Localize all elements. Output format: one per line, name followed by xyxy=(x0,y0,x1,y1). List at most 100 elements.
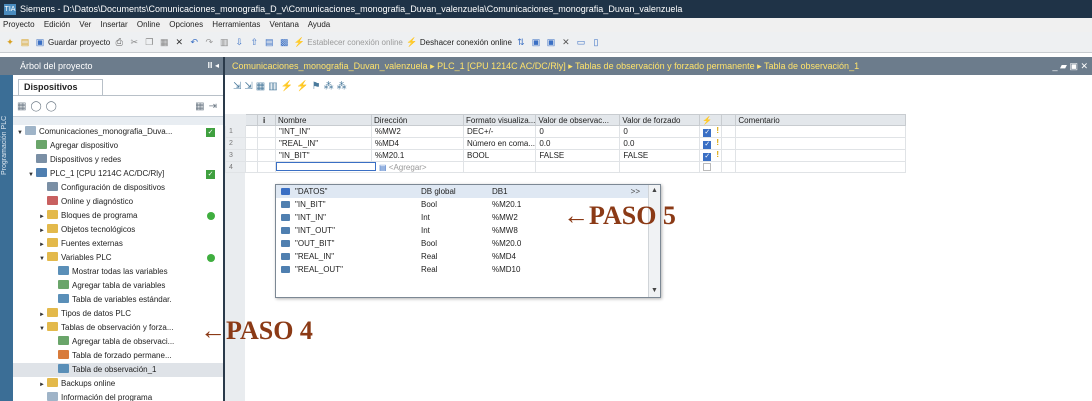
menu-opciones[interactable]: Opciones xyxy=(169,20,203,29)
observe-value-column-header[interactable]: Valor de observac... xyxy=(535,114,621,126)
row-address[interactable]: %M20.1 xyxy=(371,149,464,162)
autocomplete-item[interactable]: "REAL_OUT" Real %MD10 xyxy=(276,263,660,276)
autocomplete-item[interactable]: "DATOS" DB global DB1 xyxy=(276,185,660,198)
table-row[interactable]: 2 "REAL_IN" %MD4 Número en coma... 0.0 0… xyxy=(225,137,907,150)
new-row[interactable]: 4 ▤ <Agregar> xyxy=(225,161,907,173)
row-force-value[interactable]: 0 xyxy=(619,125,701,138)
row-address[interactable]: %MD4 xyxy=(371,137,464,150)
side-tab-strip[interactable]: Programación PLC xyxy=(0,75,13,401)
more-button[interactable]: >> xyxy=(631,185,640,198)
tree-item[interactable]: Información del programa xyxy=(13,391,223,401)
address-column-header[interactable]: Dirección xyxy=(371,114,464,126)
expand-arrow-icon[interactable]: ► xyxy=(39,224,47,238)
menu-proyecto[interactable]: Proyecto xyxy=(3,20,35,29)
expand-arrow-icon[interactable]: ► xyxy=(39,238,47,252)
menu-online[interactable]: Online xyxy=(137,20,160,29)
menu-ver[interactable]: Ver xyxy=(79,20,91,29)
redo-icon[interactable]: ↷ xyxy=(203,36,215,48)
disconnect-online-button[interactable]: ⚡ Deshacer conexión online xyxy=(406,36,512,48)
row-name[interactable]: "INT_IN" xyxy=(275,125,372,138)
table-row[interactable]: 3 "IN_BIT" %M20.1 BOOL FALSE FALSE ✓! xyxy=(225,149,907,162)
expand-view-icon[interactable]: ⇥ xyxy=(209,101,217,112)
scroll-up-icon[interactable]: ▲ xyxy=(649,186,660,196)
cross-reference-icon[interactable]: ✕ xyxy=(560,36,572,48)
expand-arrow-icon[interactable]: ► xyxy=(39,308,47,322)
force-value-column-header[interactable]: Valor de forzado xyxy=(619,114,701,126)
row-force-checkbox[interactable]: ✓! xyxy=(699,149,723,162)
monitor-all-icon[interactable]: ⁂ xyxy=(324,81,334,92)
tree-item[interactable]: ▼ Tablas de observación y forza... xyxy=(13,321,223,335)
name-column-header[interactable]: Nombre xyxy=(275,114,372,126)
tree-item[interactable]: Online y diagnóstico xyxy=(13,195,223,209)
new-row-name-cell[interactable]: ▤ <Agregar> xyxy=(275,161,464,173)
row-name[interactable]: "IN_BIT" xyxy=(275,149,372,162)
autocomplete-item[interactable]: "OUT_BIT" Bool %M20.0 xyxy=(276,237,660,250)
row-force-checkbox[interactable] xyxy=(699,161,723,173)
tree-item[interactable]: Agregar dispositivo xyxy=(13,139,223,153)
modify-flag-icon[interactable]: ⚡ xyxy=(699,114,723,126)
tree-item[interactable]: ▼ PLC_1 [CPU 1214C AC/DC/Rly] ✓ xyxy=(13,167,223,181)
simulation-icon[interactable]: ▤ xyxy=(263,36,275,48)
comment-column-header[interactable]: Comentario xyxy=(735,114,907,126)
tab-dispositivos[interactable]: Dispositivos xyxy=(18,79,103,95)
tree-item[interactable]: Tabla de forzado permane... xyxy=(13,349,223,363)
list-icon[interactable]: ▤ xyxy=(379,163,387,172)
download-icon[interactable]: ⇩ xyxy=(233,36,245,48)
tree-item[interactable]: Tabla de variables estándar. xyxy=(13,293,223,307)
forward-icon[interactable]: ◯ xyxy=(46,101,57,112)
row-comment[interactable] xyxy=(735,125,907,138)
tree-item[interactable]: Agregar tabla de observaci... xyxy=(13,335,223,349)
add-row-icon[interactable]: ⇲ xyxy=(244,81,252,92)
tree-item[interactable]: Mostrar todas las variables xyxy=(13,265,223,279)
modify-trigger-icon[interactable]: ⚡ xyxy=(296,81,308,92)
expand-arrow-icon[interactable]: ▼ xyxy=(17,126,25,140)
monitor-values-icon[interactable]: ▥ xyxy=(268,81,277,92)
collapse-panel-icon[interactable]: Ⅲ ◂ xyxy=(207,57,219,75)
table-row[interactable]: 1 "INT_IN" %MW2 DEC+/- 0 0 ✓! xyxy=(225,125,907,138)
tree-item[interactable]: Configuración de dispositivos xyxy=(13,181,223,195)
tree-item[interactable]: ► Fuentes externas xyxy=(13,237,223,251)
accessible-devices-icon[interactable]: ⇅ xyxy=(515,36,527,48)
name-input[interactable] xyxy=(276,162,376,171)
connect-online-button[interactable]: ⚡ Establecer conexión online xyxy=(293,36,403,48)
grid-view-icon[interactable]: ▦ xyxy=(195,101,204,112)
tree-item[interactable]: ► Bloques de programa xyxy=(13,209,223,223)
row-force-value[interactable]: 0.0 xyxy=(619,137,701,150)
expand-arrow-icon[interactable]: ► xyxy=(39,378,47,392)
row-name[interactable]: "REAL_IN" xyxy=(275,137,372,150)
menu-ventana[interactable]: Ventana xyxy=(270,20,299,29)
row-format[interactable]: DEC+/- xyxy=(462,125,537,138)
print-icon[interactable]: ⎙ xyxy=(113,36,125,48)
tree-item[interactable]: ► Tipos de datos PLC xyxy=(13,307,223,321)
format-column-header[interactable]: Formato visualiza... xyxy=(462,114,537,126)
row-format[interactable]: Número en coma... xyxy=(462,137,537,150)
split-horizontal-icon[interactable]: ▭ xyxy=(575,36,587,48)
overview-icon[interactable]: ▦ xyxy=(17,101,26,112)
split-vertical-icon[interactable]: ▯ xyxy=(590,36,602,48)
new-project-icon[interactable]: ✦ xyxy=(4,36,16,48)
force-icon[interactable]: ⚑ xyxy=(312,81,321,92)
modify-now-icon[interactable]: ⚡ xyxy=(281,81,293,92)
autocomplete-item[interactable]: "REAL_IN" Real %MD4 xyxy=(276,250,660,263)
tree-item[interactable]: ► Objetos tecnológicos xyxy=(13,223,223,237)
paste-icon[interactable]: ▦ xyxy=(158,36,170,48)
scroll-down-icon[interactable]: ▼ xyxy=(649,286,660,296)
monitor-icon[interactable]: ▩ xyxy=(278,36,290,48)
compile-icon[interactable]: ▥ xyxy=(218,36,230,48)
show-all-columns-icon[interactable]: ▦ xyxy=(256,81,265,92)
tree-item[interactable]: Agregar tabla de variables xyxy=(13,279,223,293)
row-force-checkbox[interactable]: ✓! xyxy=(699,125,723,138)
row-force-checkbox[interactable]: ✓! xyxy=(699,137,723,150)
row-comment[interactable] xyxy=(735,149,907,162)
tree-item[interactable]: Dispositivos y redes xyxy=(13,153,223,167)
expand-arrow-icon[interactable]: ▼ xyxy=(39,252,47,266)
upload-icon[interactable]: ⇧ xyxy=(248,36,260,48)
cut-icon[interactable]: ✂ xyxy=(128,36,140,48)
tree-item[interactable]: ▼ Variables PLC xyxy=(13,251,223,265)
row-address[interactable]: %MW2 xyxy=(371,125,464,138)
menu-herramientas[interactable]: Herramientas xyxy=(212,20,260,29)
tree-item[interactable]: ► Backups online xyxy=(13,377,223,391)
tree-item[interactable]: Tabla de observación_1 xyxy=(13,363,223,377)
row-force-value[interactable]: FALSE xyxy=(619,149,701,162)
stop-cpu-icon[interactable]: ▣ xyxy=(545,36,557,48)
